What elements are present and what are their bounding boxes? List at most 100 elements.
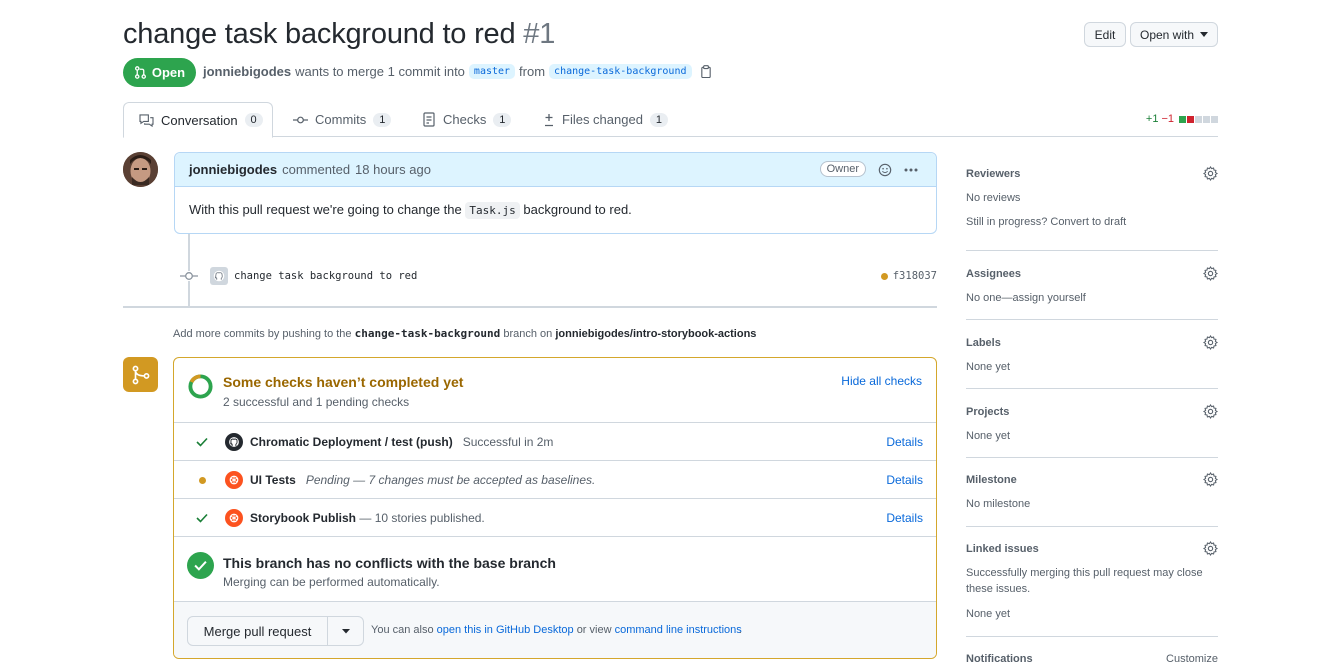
gear-icon[interactable] xyxy=(1203,266,1218,281)
edit-button[interactable]: Edit xyxy=(1084,22,1126,47)
commit-message[interactable]: change task background to red xyxy=(234,270,417,282)
copy-icon[interactable] xyxy=(700,65,712,78)
labels-title[interactable]: Labels xyxy=(966,337,1001,349)
smiley-icon[interactable] xyxy=(878,163,892,177)
owner-badge: Owner xyxy=(819,161,866,177)
git-merge-icon xyxy=(123,357,158,392)
gear-icon[interactable] xyxy=(1203,472,1218,487)
diffstat-block-removed xyxy=(1187,115,1194,123)
comment-action: commented xyxy=(282,162,351,177)
push-hint-repo[interactable]: jonniebigodes/intro-storybook-actions xyxy=(555,328,756,340)
sidebar-divider xyxy=(966,319,1218,320)
open-with-label: Open with xyxy=(1139,27,1195,42)
pull-request-icon xyxy=(134,66,146,79)
no-conflicts-title: This branch has no conflicts with the ba… xyxy=(223,555,556,571)
base-branch[interactable]: master xyxy=(468,64,516,79)
gear-icon[interactable] xyxy=(1203,166,1218,181)
hide-checks-link[interactable]: Hide all checks xyxy=(841,374,922,388)
comment-code: Task.js xyxy=(465,202,520,219)
merge-alt-text: You can also xyxy=(371,624,434,636)
tab-checks-count: 1 xyxy=(493,112,512,127)
projects-value: None yet xyxy=(966,430,1011,442)
details-link[interactable]: Details xyxy=(886,435,923,449)
pr-tabs: Conversation 0 Commits 1 Checks 1 Files … xyxy=(123,102,1218,138)
github-desktop-link[interactable]: open this in GitHub Desktop xyxy=(437,624,574,636)
tab-commits[interactable]: Commits 1 xyxy=(293,102,392,137)
chromatic-icon xyxy=(225,471,243,489)
linked-issues-desc: Successfully merging this pull request m… xyxy=(966,567,1203,595)
check-name: Chromatic Deployment / test (push) xyxy=(250,435,453,449)
comment-discussion-icon xyxy=(139,113,154,127)
push-hint-mid: branch on xyxy=(503,328,553,340)
check-row: UI Tests Pending — 7 changes must be acc… xyxy=(174,461,936,499)
sidebar-projects: Projects None yet xyxy=(966,404,1218,444)
push-hint-end: . xyxy=(753,328,757,340)
edit-button-label: Edit xyxy=(1094,27,1116,42)
comment-card: jonniebigodes commented 18 hours ago Own… xyxy=(174,152,937,234)
check-name: Storybook Publish xyxy=(250,511,357,525)
pr-title: change task background to red #1 xyxy=(123,18,555,51)
commit-row: change task background to red f318037 xyxy=(180,266,937,286)
sidebar-divider xyxy=(966,388,1218,389)
assignees-title[interactable]: Assignees xyxy=(966,268,1021,280)
merge-button-group: Merge pull request xyxy=(187,616,364,646)
reviewers-title[interactable]: Reviewers xyxy=(966,168,1020,180)
diffstat-block-neutral xyxy=(1211,115,1218,123)
github-avatar-icon xyxy=(210,267,228,285)
avatar[interactable] xyxy=(123,152,158,187)
triangle-down-icon xyxy=(1200,31,1209,37)
milestone-title[interactable]: Milestone xyxy=(966,474,1017,486)
open-with-button[interactable]: Open with xyxy=(1130,22,1218,47)
commit-sha[interactable]: f318037 xyxy=(893,270,937,282)
checks-title: Some checks haven’t completed yet xyxy=(223,374,464,390)
command-line-link[interactable]: command line instructions xyxy=(615,624,742,636)
comment-author[interactable]: jonniebigodes xyxy=(189,162,277,177)
comment-time[interactable]: 18 hours ago xyxy=(355,162,431,177)
checks-header: Some checks haven’t completed yet 2 succ… xyxy=(174,358,936,423)
no-conflicts-subtitle: Merging can be performed automatically. xyxy=(223,575,440,589)
sidebar-divider xyxy=(966,250,1218,251)
gear-icon[interactable] xyxy=(1203,404,1218,419)
details-link[interactable]: Details xyxy=(886,473,923,487)
convert-to-draft-link[interactable]: Still in progress? Convert to draft xyxy=(966,214,1218,230)
projects-title[interactable]: Projects xyxy=(966,406,1009,418)
merge-box: Some checks haven’t completed yet 2 succ… xyxy=(173,357,937,659)
chromatic-icon xyxy=(225,509,243,527)
head-branch[interactable]: change-task-background xyxy=(549,64,692,79)
merge-alt-end: . xyxy=(738,624,742,636)
tab-commits-count: 1 xyxy=(373,112,392,127)
tab-files-changed[interactable]: Files changed 1 xyxy=(543,102,668,137)
sidebar-labels: Labels None yet xyxy=(966,335,1218,375)
status-badge: Open xyxy=(123,58,196,87)
check-text: Storybook Publish — 10 stories published… xyxy=(250,511,485,525)
merge-alternatives: You can also open this in GitHub Desktop… xyxy=(371,624,742,636)
check-icon xyxy=(195,435,209,449)
merge-options-button[interactable] xyxy=(328,617,363,645)
gear-icon[interactable] xyxy=(1203,335,1218,350)
linked-issues-value: None yet xyxy=(966,608,1011,620)
sidebar-assignees: Assignees No one—assign yourself xyxy=(966,266,1218,306)
tab-conversation[interactable]: Conversation 0 xyxy=(123,102,273,138)
diffstat-block-neutral xyxy=(1203,115,1210,123)
check-row: Chromatic Deployment / test (push) Succe… xyxy=(174,423,936,461)
merge-pull-request-button[interactable]: Merge pull request xyxy=(188,617,328,645)
tab-files-changed-label: Files changed xyxy=(562,112,643,127)
git-commit-icon xyxy=(180,271,198,281)
sidebar-linked-issues: Linked issues Successfully merging this … xyxy=(966,541,1218,622)
push-hint-text: Add more commits by pushing to the xyxy=(173,328,352,340)
pr-meta-text: wants to merge 1 commit into xyxy=(295,64,465,79)
kebab-horizontal-icon[interactable] xyxy=(904,168,918,172)
tab-commits-label: Commits xyxy=(315,112,367,127)
avatar-image xyxy=(123,152,158,187)
pending-dot-icon[interactable] xyxy=(880,272,888,280)
customize-link[interactable]: Customize xyxy=(1166,653,1218,665)
gear-icon[interactable] xyxy=(1203,541,1218,556)
details-link[interactable]: Details xyxy=(886,511,923,525)
check-text: UI Tests Pending — 7 changes must be acc… xyxy=(250,473,595,487)
pending-dot-icon xyxy=(195,473,209,487)
pr-author-link[interactable]: jonniebigodes xyxy=(203,64,291,79)
linked-issues-title[interactable]: Linked issues xyxy=(966,543,1039,555)
git-commit-icon xyxy=(293,116,308,123)
tab-checks[interactable]: Checks 1 xyxy=(423,102,512,137)
assignees-value[interactable]: No one—assign yourself xyxy=(966,290,1218,306)
